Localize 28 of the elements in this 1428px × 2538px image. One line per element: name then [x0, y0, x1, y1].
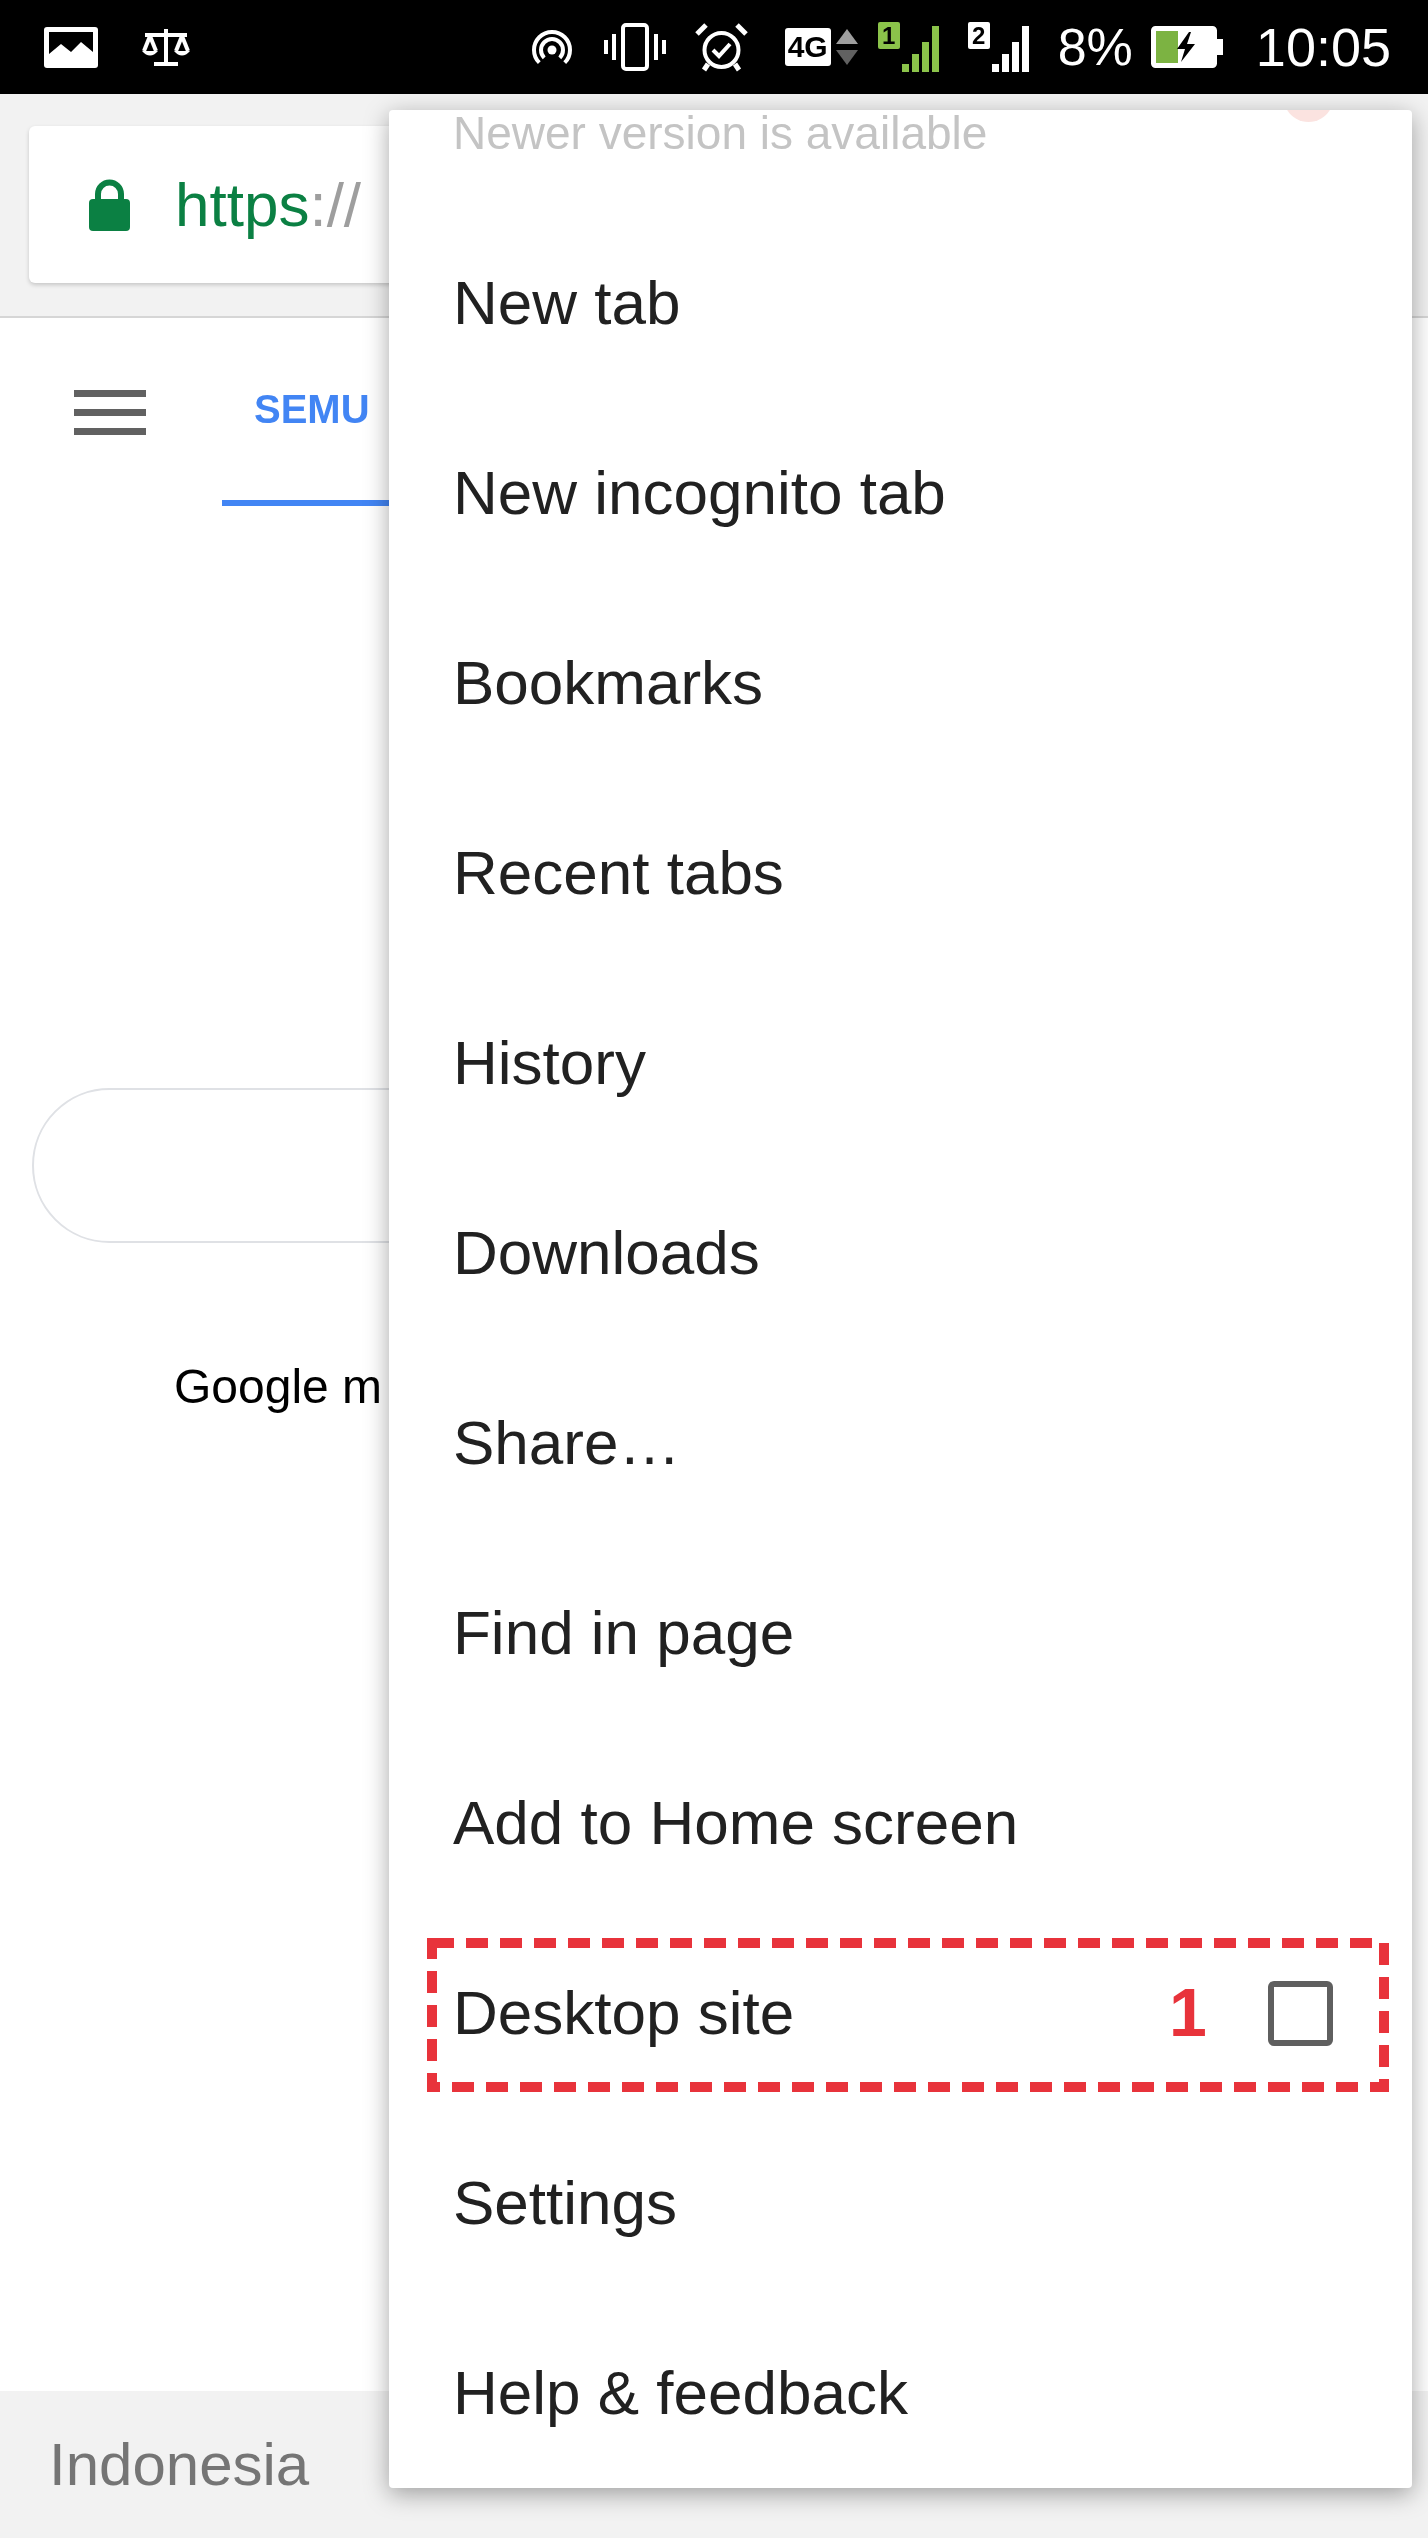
battery-percent: 8% [1057, 21, 1133, 73]
menu-item[interactable]: Settings [389, 2108, 1412, 2298]
footer-text: Indonesia [49, 2434, 310, 2495]
body-text: Google m [174, 1360, 383, 1413]
sim-number: 2 [967, 22, 990, 49]
battery-charging-icon [1150, 26, 1224, 68]
menu-icon[interactable] [74, 389, 146, 435]
picture-icon [44, 26, 98, 68]
menu-item[interactable]: Share… [389, 1348, 1412, 1538]
menu-item[interactable]: Bookmarks [389, 588, 1412, 778]
update-notice: Newer version is available [453, 110, 988, 156]
menu-item[interactable]: Downloads [389, 1158, 1412, 1348]
vibrate-icon [602, 23, 667, 71]
annotation-label: 1 [1169, 1978, 1207, 2046]
sim-number: 1 [877, 22, 900, 49]
clock-time: 10:05 [1255, 20, 1391, 74]
network-type-indicator: 4G [784, 28, 831, 66]
alarm-icon [693, 22, 749, 72]
menu-item[interactable]: Help & feedback [389, 2298, 1412, 2488]
checkbox[interactable] [1268, 1980, 1333, 2046]
update-badge-icon [1287, 110, 1330, 122]
menu-item[interactable]: History [389, 968, 1412, 1158]
scales-icon [141, 27, 191, 67]
menu-item[interactable]: Add to Home screen [389, 1728, 1412, 1918]
menu-item[interactable]: Recent tabs [389, 778, 1412, 968]
data-arrows-icon [834, 27, 859, 67]
menu-item[interactable]: Find in page [389, 1538, 1412, 1728]
lock-icon [89, 178, 130, 231]
